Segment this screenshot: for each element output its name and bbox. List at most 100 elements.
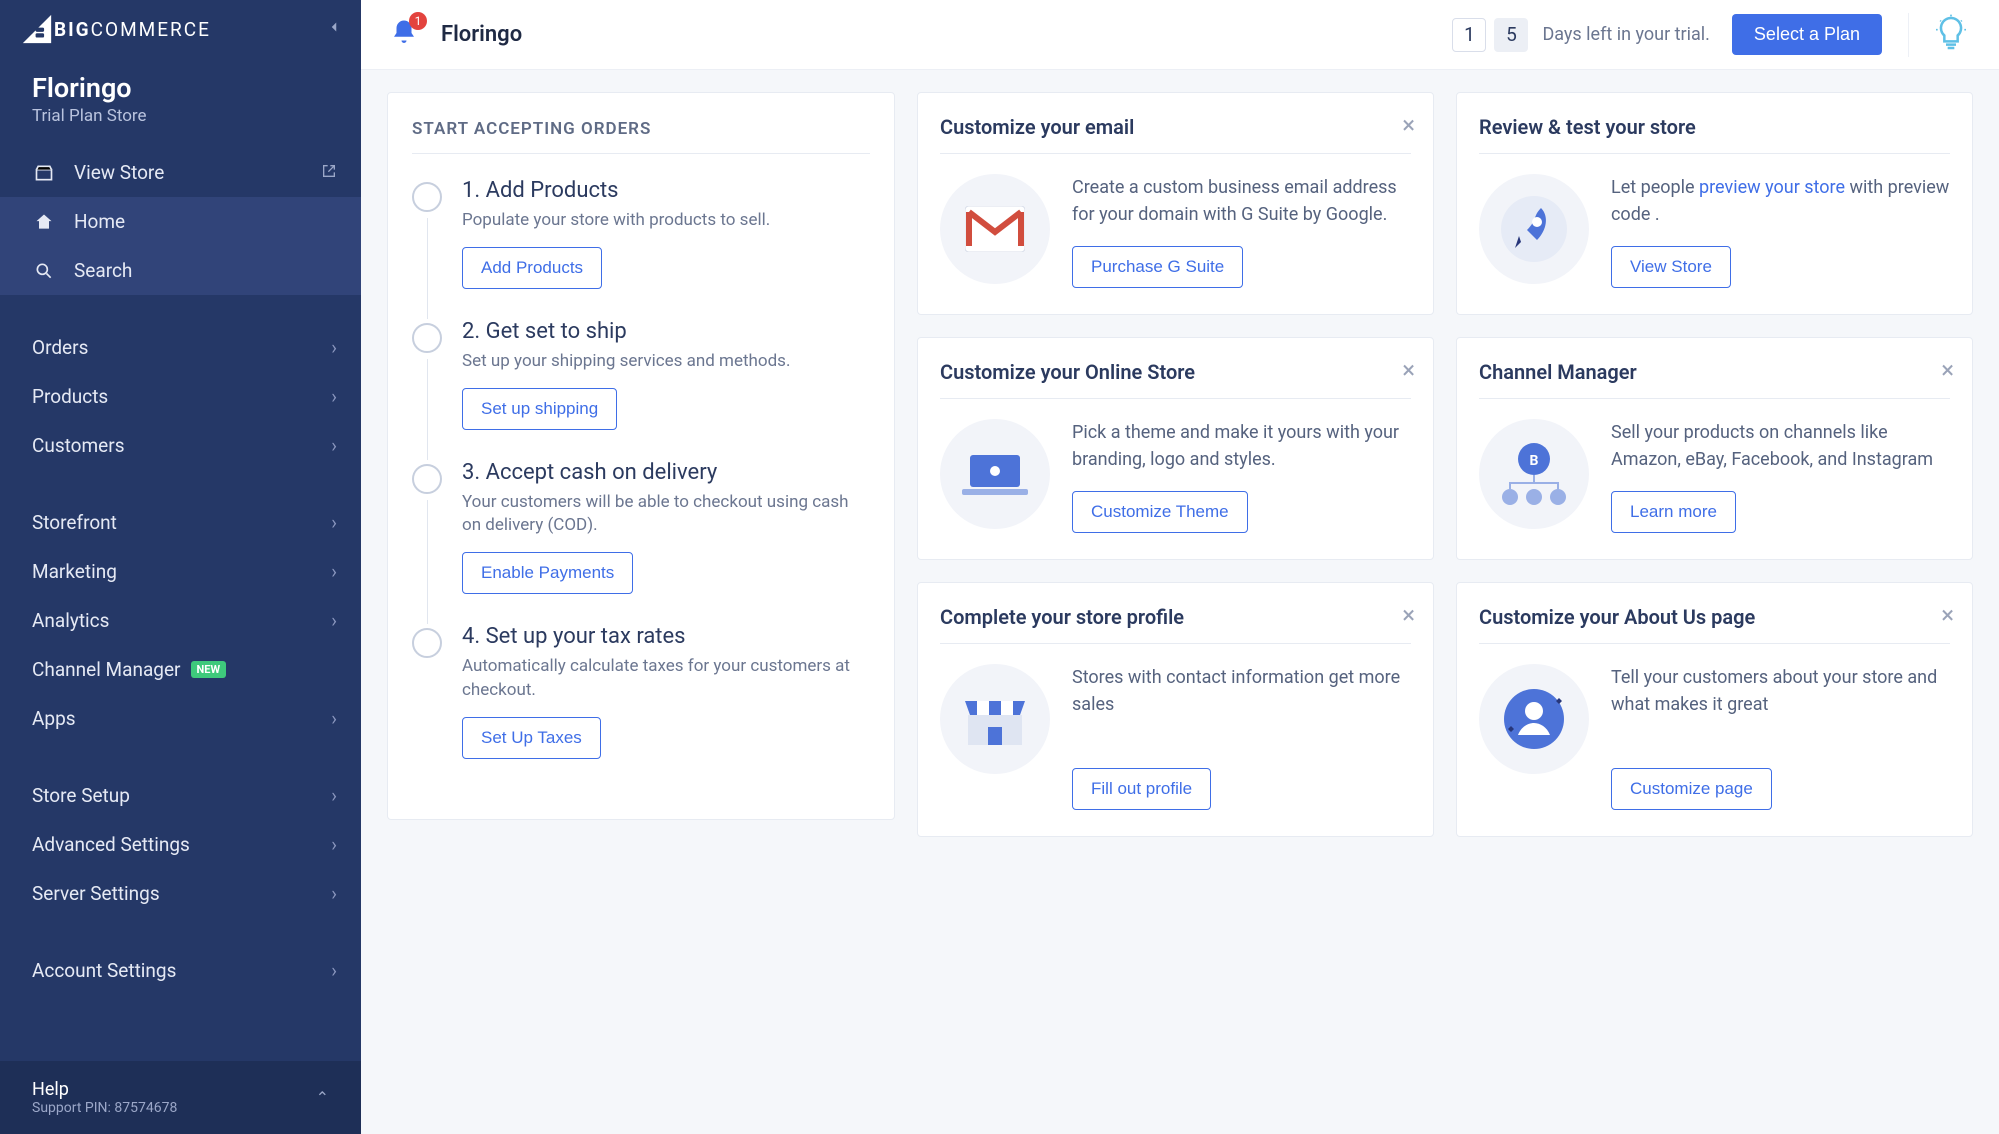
close-icon[interactable]: × (1402, 111, 1415, 139)
nav-label: Account Settings (32, 959, 176, 982)
nav-orders[interactable]: Orders › (0, 323, 361, 372)
step-desc: Your customers will be able to checkout … (462, 491, 870, 539)
step-add-products: 1. Add Products Populate your store with… (462, 178, 870, 289)
nav-label: Search (74, 259, 132, 282)
customize-theme-button[interactable]: Customize Theme (1072, 491, 1248, 533)
search-icon (32, 261, 56, 281)
chevron-right-icon: › (331, 385, 337, 408)
svg-text:B: B (1530, 453, 1539, 469)
nav-server-settings[interactable]: Server Settings › (0, 869, 361, 918)
tile-title: Review & test your store (1479, 115, 1950, 139)
new-badge: NEW (191, 661, 227, 678)
setup-shipping-button[interactable]: Set up shipping (462, 388, 617, 430)
divider (940, 398, 1411, 399)
chevron-right-icon: › (331, 609, 337, 632)
learn-more-button[interactable]: Learn more (1611, 491, 1736, 533)
collapse-sidebar-icon[interactable] (325, 18, 343, 40)
nav-home[interactable]: Home (0, 197, 361, 246)
brand-prefix: BIG (54, 18, 91, 41)
nav-advanced-settings[interactable]: Advanced Settings› (0, 820, 361, 869)
step-line (427, 359, 428, 460)
col-1: × Customize your email Create a custom b… (917, 92, 1434, 837)
nav-search[interactable]: Search (0, 246, 361, 295)
chevron-right-icon: › (331, 882, 337, 905)
nav-storefront[interactable]: Storefront› (0, 498, 361, 547)
nav-label: Apps (32, 707, 76, 730)
tile-text: Create a custom business email address f… (1072, 174, 1411, 228)
trial-days: 1 5 (1452, 18, 1528, 52)
avatar-sparkle-icon (1479, 664, 1589, 774)
nav-view-store[interactable]: View Store (0, 148, 361, 197)
chevron-right-icon: › (331, 833, 337, 856)
nav-store-setup[interactable]: Store Setup› (0, 771, 361, 820)
fill-out-profile-button[interactable]: Fill out profile (1072, 768, 1211, 810)
nav-marketing[interactable]: Marketing› (0, 547, 361, 596)
nav-products[interactable]: Products› (0, 372, 361, 421)
nav-label: Storefront (32, 511, 117, 534)
divider (940, 153, 1411, 154)
sidebar: BIGCOMMERCE Floringo Trial Plan Store Vi… (0, 0, 361, 1134)
close-icon[interactable]: × (1941, 356, 1954, 384)
tile-title: Customize your Online Store (940, 360, 1411, 384)
step-circle-icon (412, 182, 442, 212)
close-icon[interactable]: × (1402, 356, 1415, 384)
start-accepting-orders-card: START ACCEPTING ORDERS 1. Add Products P… (387, 92, 895, 820)
divider (412, 153, 870, 154)
store-plan: Trial Plan Store (0, 106, 361, 148)
nav-label: Orders (32, 336, 88, 359)
nav-label: Store Setup (32, 784, 130, 807)
chevron-right-icon: › (331, 434, 337, 457)
select-plan-button[interactable]: Select a Plan (1732, 14, 1882, 55)
brand-logo: BIGCOMMERCE (20, 12, 211, 46)
card-heading: START ACCEPTING ORDERS (412, 119, 870, 139)
nav-channel-manager[interactable]: Channel Manager NEW (0, 645, 361, 694)
trial-day-1: 1 (1452, 18, 1486, 52)
page-title: Floringo (441, 22, 522, 47)
nav-account-settings[interactable]: Account Settings› (0, 946, 361, 995)
store-icon (32, 163, 56, 183)
tile-text: Tell your customers about your store and… (1611, 664, 1950, 718)
step-circle-icon (412, 628, 442, 658)
nav-customers[interactable]: Customers › (0, 421, 361, 470)
nav-label: Customers (32, 434, 125, 457)
trial-text: Days left in your trial. (1542, 24, 1709, 45)
main: 1 Floringo 1 5 Days left in your trial. … (361, 0, 1999, 1134)
trial-day-2: 5 (1494, 18, 1528, 52)
nav-label: Marketing (32, 560, 117, 583)
nav-apps[interactable]: Apps› (0, 694, 361, 743)
gmail-icon (940, 174, 1050, 284)
nav-label: Analytics (32, 609, 109, 632)
divider (940, 643, 1411, 644)
purchase-gsuite-button[interactable]: Purchase G Suite (1072, 246, 1243, 288)
nav-label: Server Settings (32, 882, 160, 905)
customize-page-button[interactable]: Customize page (1611, 768, 1772, 810)
step-desc: Populate your store with products to sel… (462, 209, 870, 233)
step-cod: 3. Accept cash on delivery Your customer… (462, 460, 870, 595)
chevron-right-icon: › (331, 336, 337, 359)
tips-button[interactable] (1908, 13, 1971, 57)
close-icon[interactable]: × (1402, 601, 1415, 629)
add-products-button[interactable]: Add Products (462, 247, 602, 289)
tile-title: Customize your About Us page (1479, 605, 1950, 629)
step-line (427, 218, 428, 319)
tile-text: Stores with contact information get more… (1072, 664, 1411, 718)
col-2: Review & test your store Let people prev… (1456, 92, 1973, 837)
notification-bell[interactable]: 1 (389, 18, 419, 52)
enable-payments-button[interactable]: Enable Payments (462, 552, 633, 594)
divider (1479, 643, 1950, 644)
preview-store-link[interactable]: preview your store (1699, 177, 1845, 198)
step-title: 4. Set up your tax rates (462, 624, 870, 649)
storefront-icon (940, 664, 1050, 774)
nav-label: Channel Manager (32, 658, 181, 681)
bell-badge: 1 (409, 12, 427, 30)
nav-analytics[interactable]: Analytics › (0, 596, 361, 645)
step-circle-icon (412, 323, 442, 353)
close-icon[interactable]: × (1941, 601, 1954, 629)
view-store-button[interactable]: View Store (1611, 246, 1731, 288)
help-block[interactable]: Help Support PIN: 87574678 ⌃ (0, 1061, 361, 1134)
setup-taxes-button[interactable]: Set Up Taxes (462, 717, 601, 759)
tile-channel-manager: × Channel Manager B Sell your products o… (1456, 337, 1973, 560)
tile-text: Let people preview your store with previ… (1611, 174, 1950, 228)
step-circle-icon (412, 464, 442, 494)
tile-text: Pick a theme and make it yours with your… (1072, 419, 1411, 473)
